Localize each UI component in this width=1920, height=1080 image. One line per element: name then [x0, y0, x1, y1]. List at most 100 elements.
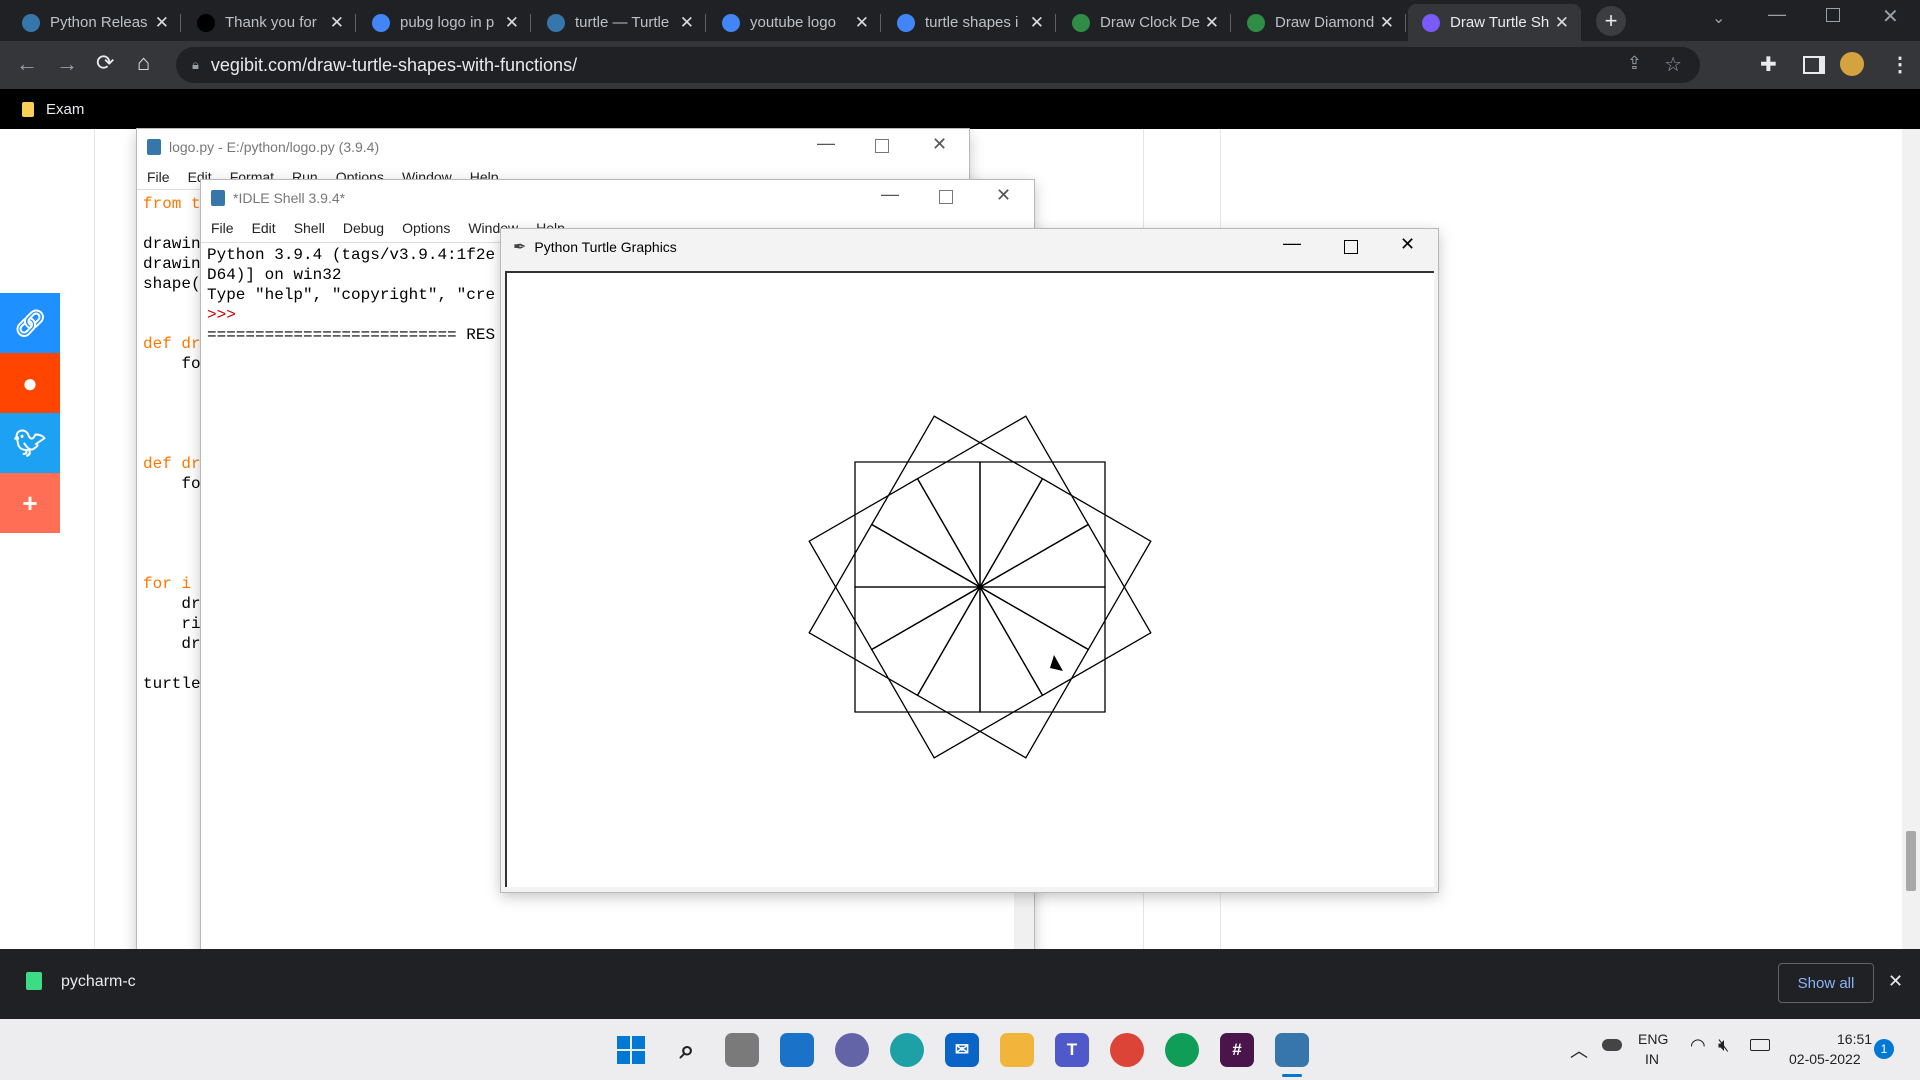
url-text[interactable]: vegibit.com/draw-turtle-shapes-with-func… [211, 55, 577, 76]
tab-search-icon[interactable]: ⌄ [1712, 8, 1725, 28]
turtle-cursor-icon [1050, 655, 1063, 671]
new-tab-button[interactable]: + [1596, 6, 1626, 36]
tab-close-icon[interactable]: ✕ [330, 13, 344, 33]
logo-minimize-icon[interactable]: — [817, 133, 835, 154]
browser-tab[interactable]: Python Releas ✕ [8, 4, 181, 41]
logo-close-icon[interactable]: ✕ [932, 134, 947, 155]
chrome-icon[interactable] [1110, 1033, 1144, 1067]
download-item[interactable]: pycharm-c [61, 973, 136, 991]
browser-tab[interactable]: Thank you for ✕ [183, 4, 356, 41]
task-view-icon[interactable] [725, 1033, 759, 1067]
browser-tab[interactable]: Draw Turtle Sh ✕ [1408, 4, 1581, 41]
share-button[interactable]: 🔗︎ [0, 293, 60, 353]
side-panel-icon[interactable] [1803, 56, 1825, 74]
widgets-icon[interactable] [780, 1033, 814, 1067]
menu-item[interactable]: Edit [252, 220, 276, 236]
turtle-square [870, 586, 1044, 759]
tab-separator [180, 14, 181, 32]
file-explorer-icon[interactable] [1000, 1033, 1034, 1067]
logo-window-titlebar: logo.py - E:/python/logo.py (3.9.4) [137, 129, 969, 165]
tab-label: Thank you for [225, 14, 317, 31]
teams-icon[interactable]: T [1055, 1033, 1089, 1067]
active-app-indicator [1282, 1074, 1302, 1077]
menu-item[interactable]: Shell [294, 220, 325, 236]
address-bar[interactable]: 🔒︎ vegibit.com/draw-turtle-shapes-with-f… [176, 47, 1700, 83]
language-label[interactable]: ENG [1638, 1031, 1668, 1047]
menu-icon[interactable]: ⋮ [1890, 52, 1910, 77]
volume-muted-icon[interactable]: 🔇︎ [1718, 1035, 1729, 1056]
turtle-maximize-icon[interactable] [1344, 240, 1358, 254]
chrome-profile-icon[interactable] [1165, 1033, 1199, 1067]
chat-icon[interactable] [835, 1033, 869, 1067]
share-button[interactable]: 🐦︎ [0, 413, 60, 473]
onedrive-icon[interactable] [1602, 1039, 1622, 1051]
profile-avatar[interactable] [1840, 52, 1864, 76]
reload-icon[interactable]: ⟳ [96, 50, 114, 76]
browser-tab-strip: Python Releas ✕ Thank you for ✕ pubg logo in… [0, 0, 1920, 41]
tab-close-icon[interactable]: ✕ [855, 13, 869, 33]
page-scrollbar[interactable] [1902, 129, 1920, 949]
tab-close-icon[interactable]: ✕ [155, 13, 169, 33]
tab-close-icon[interactable]: ✕ [1555, 13, 1569, 33]
browser-tab[interactable]: Draw Diamond ✕ [1233, 4, 1406, 41]
close-downloads-icon[interactable]: ✕ [1888, 971, 1903, 992]
shell-maximize-icon[interactable] [939, 190, 953, 204]
tray-chevron-icon[interactable]: ︿ [1570, 1037, 1588, 1063]
battery-icon[interactable] [1750, 1039, 1770, 1051]
search-icon[interactable]: ⌕ [670, 1033, 704, 1067]
browser-tab[interactable]: turtle shapes i ✕ [883, 4, 1056, 41]
close-window-icon[interactable]: ✕ [1882, 4, 1899, 29]
back-icon[interactable]: ← [16, 51, 38, 77]
shell-minimize-icon[interactable]: — [881, 184, 899, 205]
menu-item[interactable]: File [147, 169, 170, 185]
shell-window-title: *IDLE Shell 3.9.4* [233, 190, 346, 206]
share-button[interactable]: ● [0, 353, 60, 413]
browser-tab[interactable]: youtube logo ✕ [708, 4, 881, 41]
browser-tab[interactable]: Draw Clock De ✕ [1058, 4, 1231, 41]
show-all-button[interactable]: Show all [1778, 963, 1874, 1003]
menu-item[interactable]: Options [402, 220, 450, 236]
turtle-minimize-icon[interactable]: — [1283, 233, 1301, 254]
slack-icon[interactable]: # [1220, 1033, 1254, 1067]
turtle-window-title: Python Turtle Graphics [534, 239, 677, 255]
forward-icon[interactable]: → [56, 51, 78, 77]
menu-item[interactable]: File [211, 220, 234, 236]
python-idle-icon[interactable] [1275, 1033, 1309, 1067]
shell-close-icon[interactable]: ✕ [996, 185, 1011, 206]
tab-close-icon[interactable]: ✕ [1380, 13, 1394, 33]
mail-icon[interactable]: ✉ [945, 1033, 979, 1067]
wifi-icon[interactable]: ◠ [1690, 1035, 1706, 1056]
extensions-icon[interactable]: ✚ [1760, 52, 1777, 77]
region-label[interactable]: IN [1645, 1051, 1659, 1067]
turtle-square [916, 415, 1090, 588]
tab-favicon-icon [1422, 13, 1440, 32]
turtle-close-icon[interactable]: ✕ [1400, 234, 1415, 255]
minimize-icon[interactable]: — [1768, 4, 1786, 25]
tab-close-icon[interactable]: ✕ [680, 13, 694, 33]
tab-favicon-icon [1247, 13, 1265, 32]
tab-close-icon[interactable]: ✕ [1030, 13, 1044, 33]
browser-tab[interactable]: pubg logo in p ✕ [358, 4, 531, 41]
share-button[interactable]: + [0, 473, 60, 533]
menu-item[interactable]: Debug [343, 220, 384, 236]
tab-close-icon[interactable]: ✕ [505, 13, 519, 33]
clock-date[interactable]: 02-05-2022 [1789, 1051, 1861, 1067]
home-icon[interactable]: ⌂ [137, 50, 150, 76]
tab-label: youtube logo [750, 14, 836, 31]
bookmark-exam[interactable]: Exam [46, 101, 84, 118]
restore-icon[interactable] [1826, 8, 1840, 22]
start-icon[interactable] [614, 1033, 648, 1067]
tab-label: turtle shapes i [925, 14, 1019, 31]
tab-separator [705, 14, 706, 32]
tab-close-icon[interactable]: ✕ [1205, 13, 1219, 33]
logo-maximize-icon[interactable] [875, 139, 889, 153]
notification-badge[interactable]: 1 [1874, 1039, 1894, 1059]
share-page-icon[interactable]: ⇪ [1627, 53, 1642, 74]
clock-time[interactable]: 16:51 [1837, 1031, 1872, 1047]
turtle-canvas[interactable] [505, 271, 1434, 887]
bookmark-star-icon[interactable]: ☆ [1664, 52, 1682, 77]
browser-tab[interactable]: turtle — Turtle ✕ [533, 4, 706, 41]
turtle-square [808, 477, 981, 651]
edge-icon[interactable] [890, 1033, 924, 1067]
scrollbar-thumb[interactable] [1906, 831, 1916, 891]
